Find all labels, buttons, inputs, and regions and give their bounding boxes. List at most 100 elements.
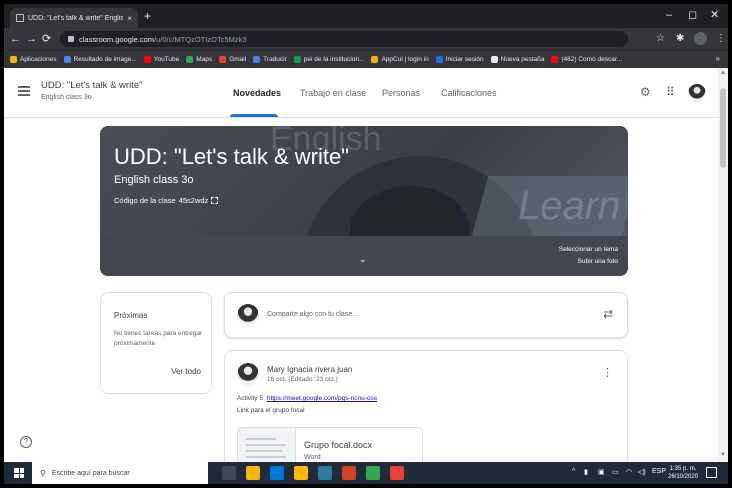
bookmark-label: YouTube xyxy=(153,56,180,63)
clock-date: 26/10/2020 xyxy=(668,474,699,480)
taskbar-app-icon[interactable] xyxy=(222,466,236,480)
minimize-button[interactable]: – xyxy=(666,8,672,22)
windows-start-icon[interactable] xyxy=(14,468,24,478)
tab-title: UDD: "Let's talk & write" English xyxy=(28,14,124,22)
extensions-icon[interactable]: ✱ xyxy=(676,33,684,45)
meet-link[interactable]: https://meet.google.com/pgs-ncnu-oss xyxy=(267,395,377,402)
bookmark-item[interactable]: Iniciar sesión xyxy=(435,56,484,63)
attachment-name: Grupo focal.docx xyxy=(304,440,373,450)
upcoming-card: Próximas No tienes tareas para entregar … xyxy=(100,292,212,394)
bookmarks-more-button[interactable]: » xyxy=(716,54,720,63)
help-icon[interactable]: ? xyxy=(20,436,32,448)
taskbar-app-icon[interactable] xyxy=(342,466,356,480)
bookmark-favicon-icon xyxy=(551,56,559,63)
tab-calificaciones[interactable]: Calificaciones xyxy=(441,88,497,98)
taskbar-app-icon[interactable] xyxy=(294,466,308,480)
notifications-icon[interactable] xyxy=(706,467,717,478)
forward-button[interactable]: → xyxy=(26,32,37,46)
taskbar-app-icon[interactable] xyxy=(246,466,260,480)
new-tab-button[interactable]: + xyxy=(144,9,151,23)
taskbar-search-placeholder: Escribe aquí para buscar xyxy=(51,469,130,477)
address-bar[interactable]: classroom.google.com/u/0/c/MTQzOTIzOTc5M… xyxy=(60,31,628,47)
select-theme-link[interactable]: Seleccionar un tema xyxy=(559,246,618,253)
tab-trabajo-en-clase[interactable]: Trabajo en clase xyxy=(300,88,366,98)
back-button[interactable]: ← xyxy=(10,32,21,46)
taskbar-app-icon[interactable] xyxy=(390,466,404,480)
settings-gear-icon[interactable]: ⚙ xyxy=(640,85,651,99)
bookmark-item[interactable]: (462) Como descar... xyxy=(551,56,622,63)
taskbar-search-box[interactable]: ⚲ Escribe aquí para buscar xyxy=(32,462,208,484)
bookmark-favicon-icon xyxy=(371,56,379,63)
bookmark-favicon-icon xyxy=(10,56,17,63)
maximize-button[interactable]: ◻ xyxy=(688,8,697,22)
scroll-thumb[interactable] xyxy=(720,88,726,168)
upcoming-text: No tienes tareas para entregar próximame… xyxy=(114,330,203,347)
taskbar-app-icon[interactable] xyxy=(366,466,380,480)
bookmark-item[interactable]: Gmail xyxy=(219,56,246,63)
bookmark-item[interactable]: pei de la institucion... xyxy=(293,56,364,63)
classroom-favicon-icon xyxy=(16,14,24,22)
tab-novedades[interactable]: Novedades xyxy=(233,88,281,98)
browser-toolbar: ← → ⟳ classroom.google.com/u/0/c/MTQzOTI… xyxy=(4,28,728,50)
banner-watermark-learn: Learn xyxy=(518,184,621,228)
taskbar-app-icon[interactable] xyxy=(270,466,284,480)
tray-wifi-icon[interactable]: ◠ xyxy=(626,468,632,476)
banner-title: UDD: "Let's talk & write" xyxy=(114,144,349,169)
clock-time: 1:35 p. m. xyxy=(669,466,697,472)
page-scrollbar[interactable]: ▲ ▼ xyxy=(718,68,728,462)
bookmark-favicon-icon xyxy=(143,56,151,63)
bookmark-label: Traducir xyxy=(263,56,287,63)
classroom-header: UDD: "Let's talk & write" English class … xyxy=(4,68,718,118)
scroll-down-arrow-icon[interactable]: ▼ xyxy=(720,452,726,458)
tray-battery-icon[interactable]: ▭ xyxy=(612,468,619,476)
post-author: Mary Ignacia rivera juan xyxy=(267,365,353,374)
bookmark-label: (462) Como descar... xyxy=(561,56,623,63)
bookmark-item[interactable]: Maps xyxy=(186,56,212,63)
scroll-up-arrow-icon[interactable]: ▲ xyxy=(720,70,726,76)
windows-taskbar: ⚲ Escribe aquí para buscar ^ ▮ ▣ ▭ ◠ ◁) … xyxy=(4,462,728,484)
tray-volume-icon[interactable]: ◁) xyxy=(638,468,646,476)
chevron-down-icon[interactable]: ⌄ xyxy=(359,254,367,265)
taskbar-app-icon[interactable] xyxy=(318,466,332,480)
apps-grid-icon[interactable]: ⠿ xyxy=(666,85,675,99)
reload-button[interactable]: ⟳ xyxy=(42,32,51,46)
taskbar-clock[interactable]: 1:35 p. m. 26/10/2020 xyxy=(668,465,698,481)
bookmark-item[interactable]: AppCul | login in xyxy=(371,56,429,63)
attachment-type: Word xyxy=(304,454,321,461)
post-author-avatar xyxy=(237,363,259,385)
bookmark-item[interactable]: Resultado de image... xyxy=(63,56,137,63)
star-icon[interactable]: ☆ xyxy=(656,33,665,45)
post-more-options-icon[interactable]: ⋮ xyxy=(602,368,613,379)
browser-tab[interactable]: UDD: "Let's talk & write" English × xyxy=(10,8,138,28)
bookmark-item[interactable]: YouTube xyxy=(143,56,180,63)
account-avatar[interactable] xyxy=(688,84,706,102)
share-with-class-box[interactable]: Comparte algo con tu clase... ⇄ xyxy=(224,292,628,338)
header-class-name[interactable]: UDD: "Let's talk & write" xyxy=(41,80,142,91)
bookmark-favicon-icon xyxy=(435,56,443,63)
repost-icon[interactable]: ⇄ xyxy=(603,307,613,321)
tray-network-icon[interactable]: ▮ xyxy=(584,468,588,476)
chrome-menu-icon[interactable]: ⋮ xyxy=(716,33,726,45)
tray-chevron-up-icon[interactable]: ^ xyxy=(572,468,575,475)
tray-app-icon[interactable]: ▣ xyxy=(598,468,605,476)
tab-personas[interactable]: Personas xyxy=(382,88,420,98)
tray-language[interactable]: ESP xyxy=(652,468,666,475)
share-placeholder[interactable]: Comparte algo con tu clase... xyxy=(267,311,358,318)
post-date: 16 oct. (Editado: 23 oct.) xyxy=(267,376,338,383)
view-all-link[interactable]: Ver todo xyxy=(171,367,201,376)
close-window-button[interactable]: ✕ xyxy=(710,8,719,22)
bookmark-item[interactable]: Aplicaciones xyxy=(10,56,57,63)
url-host: classroom.google.com xyxy=(79,34,155,44)
upload-photo-link[interactable]: Subir una foto xyxy=(578,258,618,265)
bookmark-favicon-icon xyxy=(186,56,194,63)
bookmark-item[interactable]: Nueva pestaña xyxy=(490,56,544,63)
tab-close-icon[interactable]: × xyxy=(127,14,132,23)
menu-icon[interactable] xyxy=(18,86,30,96)
profile-avatar[interactable] xyxy=(694,32,707,45)
fullscreen-icon[interactable] xyxy=(211,197,219,204)
url-path: /u/0/c/MTQzOTIzOTc5Mzk3 xyxy=(154,34,247,44)
active-tab-indicator xyxy=(230,114,278,117)
bookmark-item[interactable]: Traducir xyxy=(253,56,287,63)
screen: UDD: "Let's talk & write" English × + – … xyxy=(4,4,728,484)
lock-icon xyxy=(68,36,74,42)
